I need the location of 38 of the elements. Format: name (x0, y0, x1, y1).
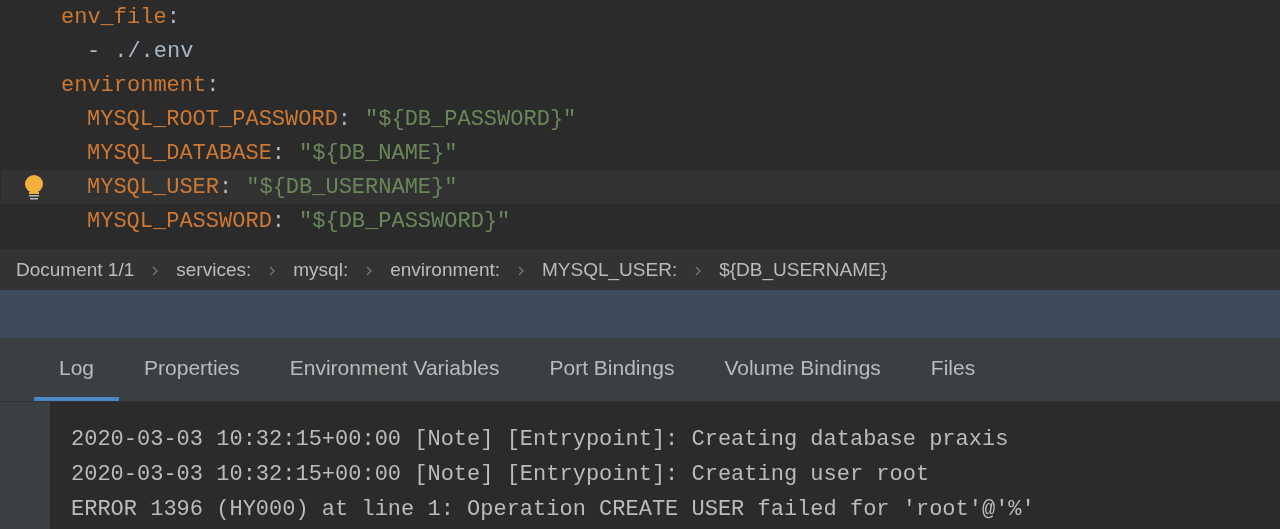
breadcrumb-item[interactable]: services: (176, 256, 252, 285)
breadcrumb-item[interactable]: ${DB_USERNAME} (719, 256, 888, 285)
tab[interactable]: Files (905, 338, 1001, 401)
colon: : (337, 105, 352, 134)
log-line: 2020-03-03 10:32:15+00:00 [Note] [Entrypoint]: Creating database praxis (71, 426, 1009, 454)
tab[interactable]: Port Bindings (524, 338, 700, 401)
breadcrumb-item[interactable]: environment: (390, 256, 500, 285)
yaml-key: env_file (61, 4, 167, 30)
tab[interactable]: Volume Bindings (699, 338, 906, 401)
yaml-key: MYSQL_DATABASE (87, 136, 272, 170)
log-line: 2020-03-03 10:32:15+00:00 [Note] [Entrypoint]: Creating user root (71, 461, 930, 489)
yaml-key: MYSQL_USER (87, 170, 220, 204)
colon: : (166, 4, 180, 30)
tab[interactable]: Properties (119, 338, 265, 401)
lightbulb-icon[interactable] (22, 175, 46, 201)
chevron-icon (695, 265, 702, 276)
colon: : (219, 173, 233, 202)
colon: : (206, 72, 220, 98)
yaml-key: MYSQL_ROOT_PASSWORD (87, 102, 338, 136)
tab[interactable]: Environment Variables (264, 338, 525, 401)
colon: : (271, 207, 286, 236)
yaml-string: "${DB_NAME}" (299, 139, 458, 168)
yaml-value: ./.env (114, 37, 194, 66)
yaml-key: MYSQL_PASSWORD (87, 204, 272, 238)
chevron-icon (152, 265, 159, 276)
yaml-key: environment (61, 72, 207, 98)
colon: : (271, 139, 286, 168)
yaml-string: "${DB_PASSWORD}" (299, 207, 511, 236)
chevron-icon (269, 265, 276, 276)
chevron-icon (518, 265, 524, 276)
breadcrumb-item[interactable]: MYSQL_USER: (542, 256, 678, 285)
breadcrumb-item[interactable]: Document 1/1 (16, 256, 135, 285)
chevron-icon (366, 265, 373, 276)
yaml-string: "${DB_PASSWORD}" (365, 105, 577, 134)
list-dash: - (87, 37, 101, 66)
breadcrumb-item[interactable]: mysql: (293, 256, 349, 285)
log-line: ERROR 1396 (HY000) at line 1: Operation CREATE USER failed for 'root'@'%' (71, 496, 1035, 524)
yaml-string: "${DB_USERNAME}" (246, 173, 458, 202)
